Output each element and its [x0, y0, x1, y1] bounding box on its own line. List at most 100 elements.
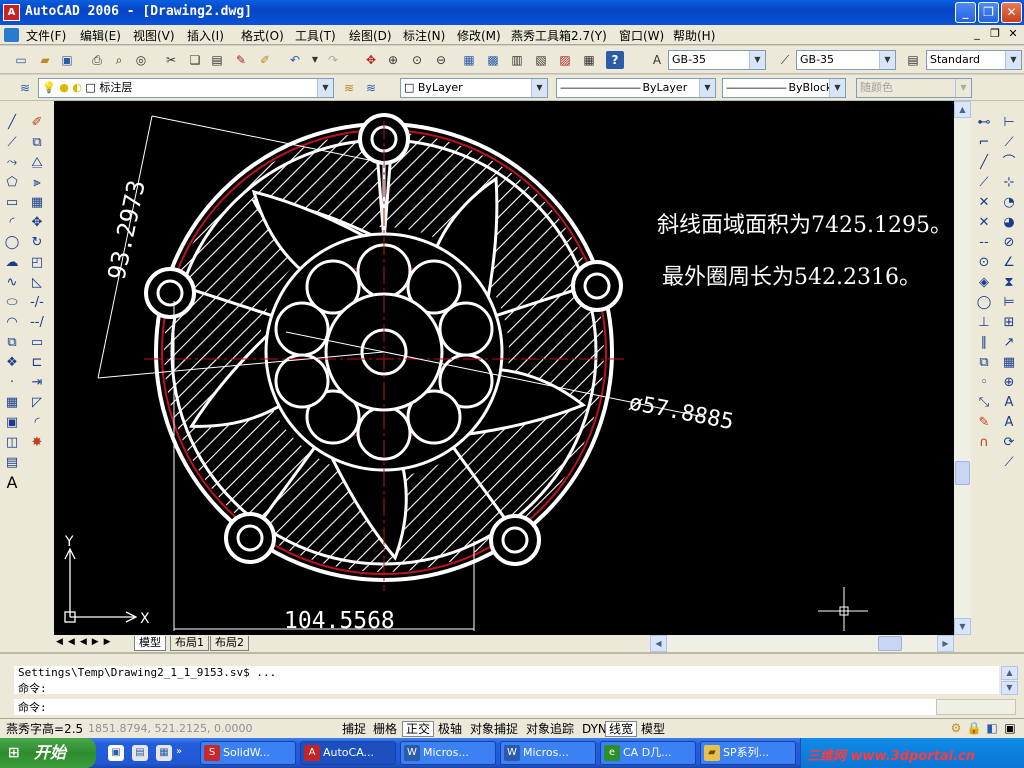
vertical-scroll-thumb[interactable]	[955, 461, 970, 485]
task-microsoft-1[interactable]: W Micros...	[400, 741, 496, 765]
arc-icon[interactable]: ◜	[2, 213, 22, 233]
move-icon[interactable]: ✥	[27, 213, 47, 233]
multiline-text-icon[interactable]: A	[2, 473, 22, 493]
doc-close-icon[interactable]: ✕	[1005, 27, 1021, 42]
menu-dimension[interactable]: 标注(N)	[403, 27, 445, 44]
tab-layout2[interactable]: 布局2	[210, 636, 249, 651]
tab-navigation-icon[interactable]: ◀◀◀▶▶	[56, 637, 116, 647]
menu-file[interactable]: 文件(F)	[26, 27, 66, 44]
menu-insert[interactable]: 插入(I)	[187, 27, 224, 44]
layer-select[interactable]: 💡 ● ◐ □ 标注层 ▼	[38, 78, 334, 98]
toggle-otrack[interactable]: 对象追踪	[522, 721, 578, 737]
circle-icon[interactable]: ◯	[2, 233, 22, 253]
snap-endpoint-icon[interactable]: ╱	[974, 153, 994, 173]
pan-icon[interactable]: ✥	[362, 51, 380, 69]
toggle-lineweight[interactable]: 线宽	[605, 721, 638, 737]
menu-help[interactable]: 帮助(H)	[673, 27, 715, 44]
break-icon[interactable]: ⊏	[27, 353, 47, 373]
table-style-icon[interactable]: ▤	[904, 51, 922, 69]
rectangle-icon[interactable]: ▭	[2, 193, 22, 213]
new-icon[interactable]: ▭	[12, 51, 30, 69]
ordinate-dim-icon[interactable]: ⊹	[999, 173, 1019, 193]
paste-icon[interactable]: ▤	[208, 51, 226, 69]
task-autocad[interactable]: A AutoCA...	[300, 741, 396, 765]
lineweight-select[interactable]: —————— ByBlock ▼	[722, 78, 846, 98]
snap-tangent-icon[interactable]: ◯	[974, 293, 994, 313]
cut-icon[interactable]: ✂	[162, 51, 180, 69]
horizontal-scrollbar[interactable]: ◀ ▶	[650, 635, 954, 652]
menu-tools[interactable]: 工具(T)	[295, 27, 336, 44]
chamfer-icon[interactable]: ◸	[27, 393, 47, 413]
doc-minimize-icon[interactable]: _	[969, 27, 985, 42]
construction-line-icon[interactable]: ⟋	[2, 133, 22, 153]
spline-icon[interactable]: ∿	[2, 273, 22, 293]
match-properties-icon[interactable]: ✎	[232, 51, 250, 69]
break-point-icon[interactable]: ▭	[27, 333, 47, 353]
linetype-select[interactable]: ———————— ByLayer ▼	[556, 78, 716, 98]
design-center-icon[interactable]: ▩	[484, 51, 502, 69]
diameter-dim-icon[interactable]: ⊘	[999, 233, 1019, 253]
angular-dim-icon[interactable]: ∠	[999, 253, 1019, 273]
task-folder[interactable]: ▰ SP系列...	[700, 741, 796, 765]
polygon-icon[interactable]: ⬠	[2, 173, 22, 193]
menu-yanxiu-toolbox[interactable]: 燕秀工具箱2.7(Y)	[511, 27, 607, 44]
snap-extension-icon[interactable]: --	[974, 233, 994, 253]
publish-icon[interactable]: ◎	[132, 51, 150, 69]
menu-modify[interactable]: 修改(M)	[457, 27, 501, 44]
dim-style-icon[interactable]: ⟋	[776, 51, 794, 69]
quicklaunch-icon[interactable]: ▤	[132, 745, 148, 761]
insert-block-icon[interactable]: ⧉	[2, 333, 22, 353]
sheet-set-icon[interactable]: ▧	[532, 51, 550, 69]
fillet-icon[interactable]: ◜	[27, 413, 47, 433]
offset-icon[interactable]: ⫸	[27, 173, 47, 193]
center-mark-icon[interactable]: ⊕	[999, 373, 1019, 393]
tab-layout1[interactable]: 布局1	[170, 636, 209, 651]
snap-intersection-icon[interactable]: ✕	[974, 193, 994, 213]
menu-draw[interactable]: 绘图(D)	[349, 27, 392, 44]
markup-icon[interactable]: ▨	[556, 51, 574, 69]
arc-length-icon[interactable]: ⌒	[999, 153, 1019, 173]
scroll-down-icon[interactable]: ▼	[954, 618, 971, 635]
vertical-scrollbar[interactable]: ▲ ▼	[954, 101, 971, 635]
open-icon[interactable]: ▰	[36, 51, 54, 69]
quick-dim-icon[interactable]: ⧗	[999, 273, 1019, 293]
trim-icon[interactable]: -/-	[27, 293, 47, 313]
hatch-icon[interactable]: ▦	[2, 393, 22, 413]
make-current-icon[interactable]: ≋	[340, 79, 358, 97]
menu-window[interactable]: 窗口(W)	[619, 27, 664, 44]
properties-icon[interactable]: ▦	[460, 51, 478, 69]
toggle-snap[interactable]: 捕捉	[338, 721, 370, 737]
undo-icon[interactable]: ↶	[286, 51, 304, 69]
save-icon[interactable]: ▣	[58, 51, 76, 69]
redo-icon[interactable]: ↷	[324, 51, 342, 69]
menu-edit[interactable]: 编辑(E)	[80, 27, 121, 44]
tray-settings-icon[interactable]: ◧	[984, 721, 1000, 737]
baseline-dim-icon[interactable]: ⊨	[999, 293, 1019, 313]
close-button[interactable]: ✕	[1001, 2, 1022, 23]
command-input[interactable]: 命令:	[14, 699, 999, 715]
drawing-canvas[interactable]: 93.2973 104.5568 ø57.8885 斜线面域面积为7425.12…	[54, 101, 954, 635]
scroll-right-icon[interactable]: ▶	[937, 635, 954, 652]
drawing-area[interactable]: 93.2973 104.5568 ø57.8885 斜线面域面积为7425.12…	[54, 101, 954, 635]
point-icon[interactable]: ·	[2, 373, 22, 393]
zoom-realtime-icon[interactable]: ⊕	[384, 51, 402, 69]
tab-model[interactable]: 模型	[134, 636, 166, 651]
zoom-window-icon[interactable]: ⊙	[408, 51, 426, 69]
clean-screen-icon[interactable]: ▣	[1002, 721, 1018, 737]
aligned-dim-icon[interactable]: ⟋	[999, 133, 1019, 153]
dim-style-manager-icon[interactable]: ⟋	[999, 453, 1019, 473]
erase-icon[interactable]: ✐	[27, 113, 47, 133]
tolerance-icon[interactable]: ▦	[999, 353, 1019, 373]
dim-edit-icon[interactable]: A	[999, 393, 1019, 413]
layer-manager-icon[interactable]: ≋	[16, 79, 34, 97]
snap-quadrant-icon[interactable]: ◈	[974, 273, 994, 293]
toggle-osnap[interactable]: 对象捕捉	[466, 721, 522, 737]
lock-icon[interactable]: 🔒	[966, 721, 982, 737]
ellipse-arc-icon[interactable]: ◠	[2, 313, 22, 333]
task-browser[interactable]: e CA D几...	[600, 741, 696, 765]
autocad-app-icon[interactable]: A	[3, 4, 20, 21]
preview-icon[interactable]: ⌕	[110, 51, 128, 69]
stretch-icon[interactable]: ◺	[27, 273, 47, 293]
table-icon[interactable]: ▤	[2, 453, 22, 473]
menu-view[interactable]: 视图(V)	[133, 27, 175, 44]
